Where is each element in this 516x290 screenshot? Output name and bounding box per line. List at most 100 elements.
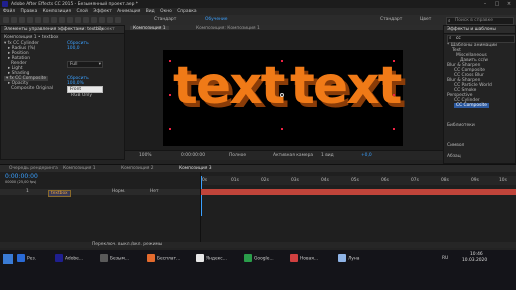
composition-viewer[interactable]: text text text text	[125, 30, 443, 150]
ruler-tick: 02s	[261, 178, 269, 183]
menu-edit[interactable]: Правка	[21, 9, 38, 14]
effect-controls-panel: Элементы управления эффектами: textbox П…	[0, 25, 125, 160]
tab-effects-presets[interactable]: Эффекты и шаблоны	[444, 27, 499, 33]
close-button[interactable]: ×	[504, 0, 514, 8]
exposure-offset[interactable]: +0,0	[361, 153, 372, 158]
taskbar-item[interactable]: Луна	[338, 254, 359, 264]
roto-tool[interactable]	[107, 16, 113, 23]
bbox-handle[interactable]	[169, 60, 171, 62]
menu-bar: Файл Правка Композиция Слой Эффект Анима…	[0, 8, 516, 15]
bbox-handle[interactable]	[281, 60, 283, 62]
workspace-standard[interactable]: Стандарт	[380, 17, 402, 22]
tree-item-selected[interactable]: CC Composite	[454, 103, 489, 108]
menu-effect[interactable]: Эффект	[93, 9, 112, 14]
taskbar-item[interactable]: Яндекс...	[196, 254, 227, 264]
layer-row[interactable]: 1 textbox Норм. Нет	[0, 189, 200, 197]
rgb-only-option[interactable]: RGB Only	[71, 93, 92, 98]
zoom-select[interactable]: 100%	[139, 153, 152, 158]
puppet-tool[interactable]	[115, 16, 121, 23]
selection-tool[interactable]	[11, 16, 17, 23]
camera-tool[interactable]	[43, 16, 49, 23]
maximize-button[interactable]: □	[492, 0, 502, 8]
start-button[interactable]	[3, 254, 13, 264]
clone-tool[interactable]	[91, 16, 97, 23]
layer-number: 1	[26, 189, 29, 194]
anchor-point-icon[interactable]	[280, 93, 284, 97]
layer-duration-bar[interactable]	[201, 189, 516, 195]
time-ruler[interactable]: 0s 01s 02s 03s 04s 05s 06s 07s 08s 09s 1…	[201, 176, 516, 185]
bbox-handle[interactable]	[393, 60, 395, 62]
home-tool[interactable]	[3, 16, 9, 23]
search-icon: ⌕	[449, 36, 452, 41]
bbox-handle[interactable]	[281, 128, 283, 130]
menu-animation[interactable]: Анимация	[117, 9, 140, 14]
ruler-tick: 09s	[471, 178, 479, 183]
language-indicator[interactable]: RU	[442, 254, 448, 264]
radius-value[interactable]: 100,0	[67, 46, 80, 51]
type-tool[interactable]	[75, 16, 81, 23]
taskbar-item[interactable]: Бесплат...	[147, 254, 180, 264]
menu-file[interactable]: Файл	[3, 9, 15, 14]
bbox-handle[interactable]	[169, 128, 171, 130]
character-tab[interactable]: Символ	[447, 143, 464, 148]
paragraph-tab[interactable]: Абзац	[447, 154, 461, 159]
workspace-color[interactable]: Цвет	[420, 17, 431, 22]
time-display[interactable]: 0:00:00:00	[181, 153, 205, 158]
ruler-tick: 06s	[381, 178, 389, 183]
camera-select[interactable]: Активная камера	[273, 153, 313, 158]
fps-readout: 00000 (25,00 fps)	[5, 180, 37, 184]
ruler-tick: 08s	[441, 178, 449, 183]
workspace-default[interactable]: Стандарт	[154, 17, 176, 22]
composition-canvas[interactable]: text text text text	[163, 50, 407, 146]
zoom-tool[interactable]	[27, 16, 33, 23]
layer-mode[interactable]: Норм.	[112, 189, 125, 195]
bbox-handle[interactable]	[393, 94, 395, 96]
pan-behind-tool[interactable]	[51, 16, 57, 23]
title-bar: Adobe After Effects CC 2015 - Безымянный…	[0, 0, 516, 8]
hand-tool[interactable]	[19, 16, 25, 23]
workspace-training[interactable]: Обучение	[205, 17, 227, 22]
pen-tool[interactable]	[67, 16, 73, 23]
effects-header: Композиция 1 • textbox	[4, 35, 59, 40]
library-tab[interactable]: Библиотеки	[447, 123, 475, 128]
menu-window[interactable]: Окно	[160, 9, 172, 14]
taskbar-item[interactable]: Новая...	[290, 254, 318, 264]
quality-select[interactable]: Полное	[229, 153, 246, 158]
app-icon	[2, 1, 8, 7]
views-select[interactable]: 1 вид	[321, 153, 334, 158]
eraser-tool[interactable]	[99, 16, 105, 23]
composite-original-select[interactable]: Front	[67, 86, 103, 93]
brush-tool[interactable]	[83, 16, 89, 23]
chevron-down-icon: ▾	[98, 62, 101, 67]
layer-parent[interactable]: Нет	[150, 189, 159, 195]
taskbar-item[interactable]: Безым...	[100, 254, 129, 264]
menu-layer[interactable]: Слой	[76, 9, 87, 14]
mask-tool[interactable]	[59, 16, 65, 23]
taskbar-item[interactable]: Google...	[244, 254, 274, 264]
taskbar-item-after-effects[interactable]: Adobe...	[55, 254, 83, 264]
menu-composition[interactable]: Композиция	[43, 9, 71, 14]
playhead[interactable]	[201, 176, 202, 216]
taskbar-item[interactable]: Рез.	[17, 254, 36, 264]
text-layer-left: text	[173, 56, 286, 116]
windows-taskbar: Рез. Adobe... Безым... Бесплат... Яндекс…	[0, 250, 516, 290]
help-search-field[interactable]: ⌕ Поиск в справке	[446, 16, 514, 25]
minimize-button[interactable]: –	[480, 0, 490, 8]
effects-search-field[interactable]: ⌕ cc	[447, 35, 515, 43]
layer-name[interactable]: textbox	[48, 189, 71, 197]
ruler-tick: 07s	[411, 178, 419, 183]
tab-effect-controls[interactable]: Элементы управления эффектами: textbox	[1, 27, 107, 33]
menu-help[interactable]: Справка	[177, 9, 196, 14]
timeline-footer: Переключ. выкл./вкл. режимы	[0, 242, 516, 248]
menu-view[interactable]: Вид	[146, 9, 155, 14]
render-select[interactable]: Full ▾	[67, 61, 103, 68]
tab-project[interactable]: Проект	[95, 27, 118, 33]
window-title: Adobe After Effects CC 2015 - Безымянный…	[11, 1, 138, 7]
toggle-modes-label[interactable]: Переключ. выкл./вкл. режимы	[92, 242, 162, 248]
bbox-handle[interactable]	[393, 128, 395, 130]
bbox-handle[interactable]	[169, 94, 171, 96]
rotate-tool[interactable]	[35, 16, 41, 23]
help-search-placeholder: Поиск в справке	[455, 18, 493, 23]
timecode[interactable]: 0:00:00:00	[5, 173, 38, 180]
effects-presets-panel: Эффекты и шаблоны ⌕ cc * Шаблоны анимаци…	[443, 25, 516, 164]
